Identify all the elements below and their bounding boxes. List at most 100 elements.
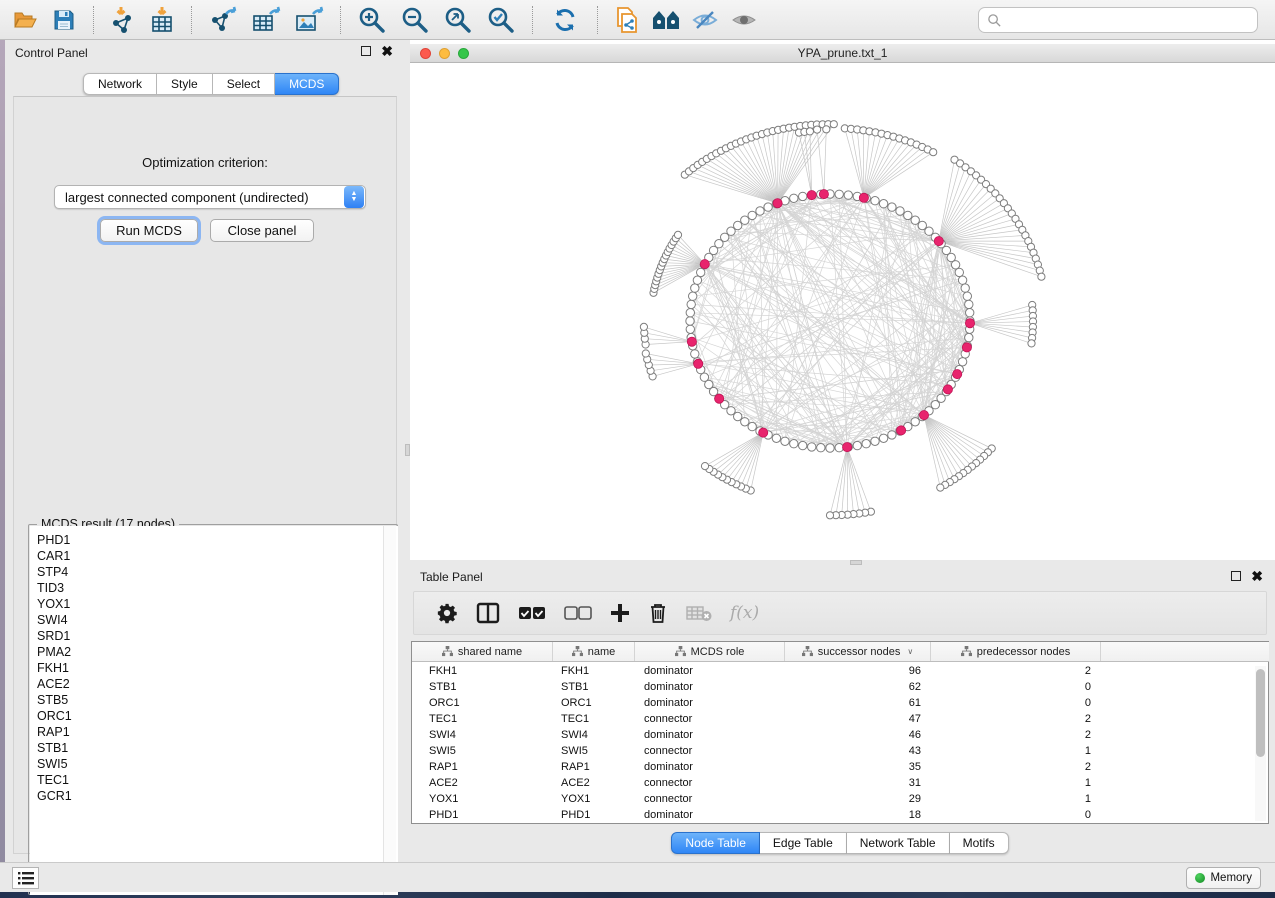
close-panel-button[interactable]: Close panel <box>210 219 314 242</box>
mcds-result-item[interactable]: TEC1 <box>30 772 398 788</box>
table-row[interactable]: PHD1PHD1dominator180 <box>412 807 1255 823</box>
column-header-successor-nodes[interactable]: successor nodes ∨ <box>785 642 931 661</box>
tab-edge-table[interactable]: Edge Table <box>760 832 847 854</box>
table-row[interactable]: ORC1ORC1dominator610 <box>412 695 1255 711</box>
table-cell: 0 <box>931 681 1101 693</box>
column-header-mcds-role[interactable]: MCDS role <box>635 642 785 661</box>
close-panel-icon[interactable]: ✖ <box>381 46 393 56</box>
network-window-titlebar[interactable]: YPA_prune.txt_1 <box>410 44 1275 63</box>
mcds-result-item[interactable]: STB1 <box>30 740 398 756</box>
open-folder-icon <box>12 8 38 32</box>
table-panel: Table Panel ✖ <box>405 565 1275 862</box>
mcds-result-item[interactable]: PMA2 <box>30 644 398 660</box>
mcds-result-item[interactable]: PHD1 <box>30 532 398 548</box>
mcds-result-item[interactable]: SWI4 <box>30 612 398 628</box>
zoom-in-button[interactable] <box>353 4 391 36</box>
table-cell: ACE2 <box>412 777 553 789</box>
table-row[interactable]: ACE2ACE2connector311 <box>412 775 1255 791</box>
mcds-result-item[interactable]: GCR1 <box>30 788 398 804</box>
table-settings-button[interactable] <box>436 599 458 627</box>
table-row[interactable]: SWI4SWI4dominator462 <box>412 727 1255 743</box>
mcds-result-item[interactable]: FKH1 <box>30 660 398 676</box>
float-panel-icon[interactable] <box>1231 571 1241 581</box>
mcds-result-item[interactable]: TID3 <box>30 580 398 596</box>
column-header-shared-name[interactable]: shared name <box>412 642 553 661</box>
column-header-predecessor-nodes[interactable]: predecessor nodes <box>931 642 1101 661</box>
export-image-icon <box>294 6 324 34</box>
tab-node-table[interactable]: Node Table <box>671 832 760 854</box>
table-cell: dominator <box>635 681 785 693</box>
column-header-name[interactable]: name <box>553 642 635 661</box>
mcds-result-item[interactable]: SRD1 <box>30 628 398 644</box>
table-row[interactable]: STB1STB1dominator620 <box>412 679 1255 695</box>
open-session-button[interactable] <box>8 4 42 36</box>
run-mcds-button[interactable]: Run MCDS <box>100 219 198 242</box>
mcds-result-item[interactable]: ORC1 <box>30 708 398 724</box>
tab-network-table[interactable]: Network Table <box>847 832 950 854</box>
memory-button[interactable]: Memory <box>1186 867 1261 889</box>
search-field[interactable] <box>978 7 1258 33</box>
optimization-criterion-select[interactable]: largest connected component (undirected)… <box>54 185 366 209</box>
mcds-result-item[interactable]: STP4 <box>30 564 398 580</box>
first-neighbors-button[interactable] <box>649 4 683 36</box>
select-all-button[interactable] <box>518 599 546 627</box>
table-cell: dominator <box>635 665 785 677</box>
mcds-result-item[interactable]: ACE2 <box>30 676 398 692</box>
show-columns-button[interactable] <box>476 599 500 627</box>
column-type-icon <box>961 646 972 657</box>
table-row[interactable]: TEC1TEC1connector472 <box>412 711 1255 727</box>
show-all-button[interactable] <box>727 4 761 36</box>
export-image-button[interactable] <box>290 4 328 36</box>
scrollbar-thumb[interactable] <box>1256 669 1265 757</box>
table-cell: dominator <box>635 729 785 741</box>
tab-mcds[interactable]: MCDS <box>275 73 339 95</box>
function-builder-button[interactable]: f(x) <box>730 599 759 627</box>
save-session-button[interactable] <box>47 4 81 36</box>
search-input[interactable] <box>1007 13 1257 27</box>
tab-motifs[interactable]: Motifs <box>950 832 1009 854</box>
table-row[interactable]: FKH1FKH1dominator962 <box>412 663 1255 679</box>
table-scrollbar[interactable] <box>1255 666 1266 821</box>
import-network-button[interactable] <box>106 4 140 36</box>
hide-selected-button[interactable] <box>688 4 722 36</box>
table-cell: ORC1 <box>553 697 635 709</box>
mcds-list-scrollbar[interactable] <box>383 526 396 895</box>
table-row[interactable]: RAP1RAP1dominator352 <box>412 759 1255 775</box>
export-network-button[interactable] <box>204 4 242 36</box>
mcds-result-item[interactable]: YOX1 <box>30 596 398 612</box>
tab-style[interactable]: Style <box>157 73 213 95</box>
float-panel-icon[interactable] <box>361 46 371 56</box>
new-network-from-selection-button[interactable] <box>610 4 644 36</box>
network-canvas[interactable] <box>410 63 1275 560</box>
mcds-result-item[interactable]: SWI5 <box>30 756 398 772</box>
column-type-icon <box>675 646 686 657</box>
task-history-button[interactable] <box>12 867 39 889</box>
refresh-button[interactable] <box>545 4 585 36</box>
import-table-button[interactable] <box>145 4 179 36</box>
node-table-body: FKH1FKH1dominator962STB1STB1dominator620… <box>412 663 1255 823</box>
mcds-result-item[interactable]: RAP1 <box>30 724 398 740</box>
tab-network[interactable]: Network <box>83 73 157 95</box>
mcds-result-item[interactable]: STB5 <box>30 692 398 708</box>
copy-network-icon <box>614 6 640 34</box>
table-cell: STB1 <box>553 681 635 693</box>
export-table-button[interactable] <box>247 4 285 36</box>
table-cell: connector <box>635 745 785 757</box>
table-row[interactable]: SWI5SWI5connector431 <box>412 743 1255 759</box>
zoom-fit-button[interactable] <box>439 4 477 36</box>
add-column-button[interactable] <box>610 599 630 627</box>
zoom-out-button[interactable] <box>396 4 434 36</box>
delete-table-button[interactable] <box>686 599 712 627</box>
table-cell: 2 <box>931 665 1101 677</box>
mcds-result-list[interactable]: PHD1CAR1STP4TID3YOX1SWI4SRD1PMA2FKH1ACE2… <box>30 526 398 895</box>
zoom-selected-button[interactable] <box>482 4 520 36</box>
deselect-all-button[interactable] <box>564 599 592 627</box>
delete-column-button[interactable] <box>648 599 668 627</box>
table-row[interactable]: YOX1YOX1connector291 <box>412 791 1255 807</box>
close-panel-icon[interactable]: ✖ <box>1251 571 1263 581</box>
save-floppy-icon <box>52 8 76 32</box>
tab-select[interactable]: Select <box>213 73 275 95</box>
checked-boxes-icon <box>518 606 546 620</box>
table-panel-title: Table Panel <box>420 570 483 584</box>
mcds-result-item[interactable]: CAR1 <box>30 548 398 564</box>
